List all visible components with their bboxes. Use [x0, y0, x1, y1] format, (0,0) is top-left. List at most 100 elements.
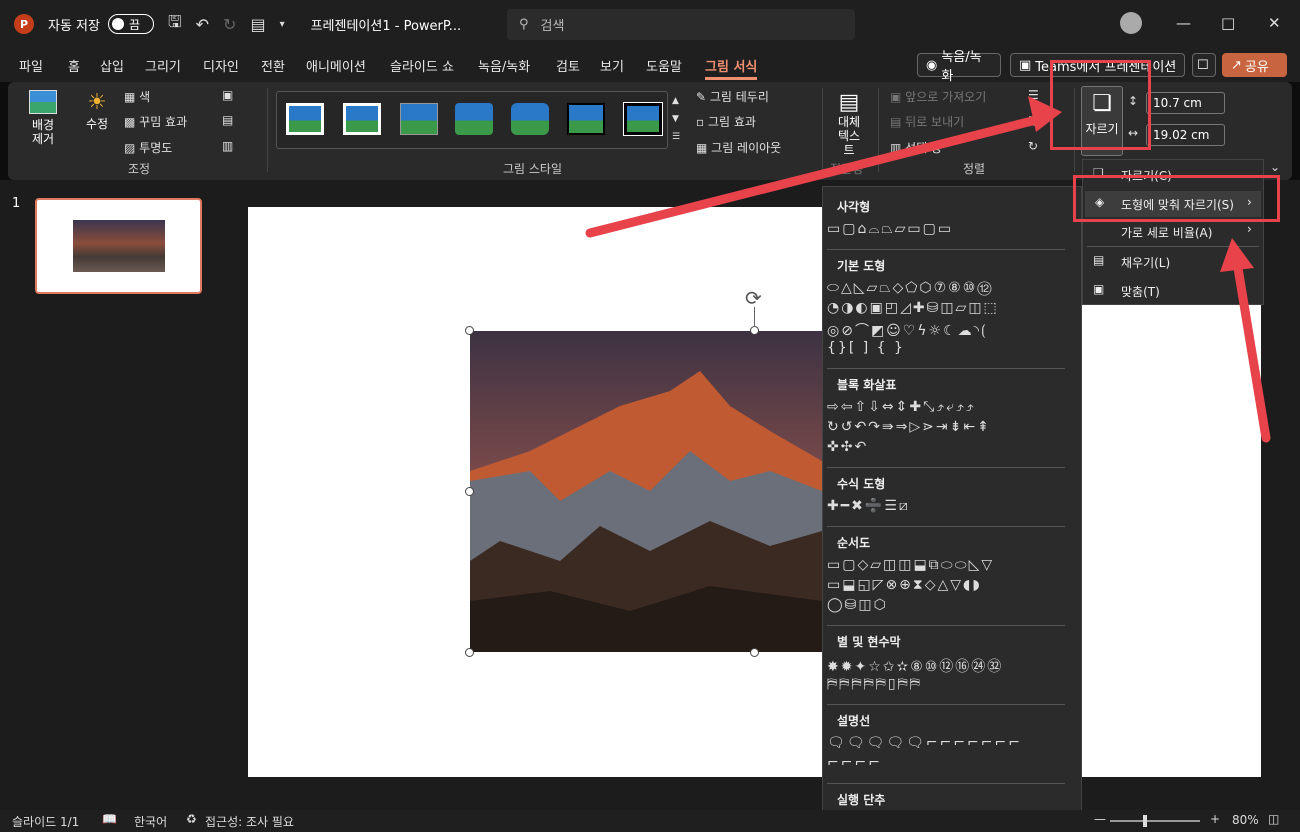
shape-row-basic-2[interactable]: ◔◑◐▣◰◿✚⛁◫▱◫⬚: [827, 300, 1067, 316]
effects-icon: ▫: [696, 115, 708, 129]
gallery-down-icon[interactable]: ▼: [672, 114, 679, 124]
fit-item[interactable]: 맞춤(T): [1121, 283, 1160, 300]
height-input[interactable]: 10.7 cm: [1146, 92, 1225, 114]
shape-row-basic-3[interactable]: ◎⊘⌒◩☺♡ϟ☼☾☁◝⟮: [827, 320, 1067, 340]
style-thumb-5[interactable]: [511, 103, 549, 135]
style-thumb-4[interactable]: [455, 103, 493, 135]
aspect-ratio-item[interactable]: 가로 세로 비율(A): [1121, 224, 1212, 241]
zoom-minus-icon[interactable]: —: [1094, 812, 1106, 826]
shape-row-basic-1[interactable]: ⬭△◺▱⏢◇⬠⬡⑦⑧⑩⑫: [827, 280, 1067, 296]
resize-handle-s[interactable]: [750, 648, 759, 657]
minimize-icon[interactable]: —: [1176, 14, 1191, 32]
comments-icon[interactable]: ☐: [1192, 53, 1216, 77]
shape-row-equations[interactable]: ✚━✖➗☰⧄: [827, 498, 1067, 514]
share-button[interactable]: ↗ 공유: [1222, 53, 1287, 77]
resize-handle-n[interactable]: [750, 326, 759, 335]
width-input[interactable]: 19.02 cm: [1146, 124, 1225, 146]
save-icon[interactable]: 🖫: [168, 11, 182, 38]
fit-to-window-icon[interactable]: ◫: [1268, 812, 1279, 826]
bring-forward-button[interactable]: ▣ 앞으로 가져오기: [890, 88, 986, 105]
color-label: 색: [139, 90, 151, 104]
shape-row-basic-4[interactable]: {}[ ] { }: [827, 340, 1067, 356]
slide-thumbnail[interactable]: [35, 198, 202, 294]
bring-forward-icon: ▣: [890, 90, 906, 104]
shape-row-flowchart-1[interactable]: ▭▢◇▱◫◫⬓⧉⬭⬭◺▽: [827, 557, 1067, 573]
tab-slideshow[interactable]: 슬라이드 쇼: [390, 56, 454, 75]
powerpoint-logo-icon: P: [14, 14, 34, 34]
shape-row-stars-1[interactable]: ✸✹✦☆✩✫⑧⑩⑫⑯㉔㉜: [827, 656, 1067, 676]
tab-insert[interactable]: 삽입: [100, 56, 124, 75]
maximize-icon[interactable]: □: [1221, 14, 1235, 32]
zoom-plus-icon[interactable]: +: [1210, 812, 1220, 826]
style-thumb-1[interactable]: [286, 103, 324, 135]
tab-picture-format[interactable]: 그림 서식: [705, 56, 758, 80]
gallery-up-icon[interactable]: ▲: [672, 96, 679, 106]
change-picture-icon[interactable]: ▤: [222, 113, 233, 127]
tab-animations[interactable]: 애니메이션: [306, 56, 366, 75]
tab-record[interactable]: 녹음/녹화: [478, 56, 530, 75]
category-block-arrows: 블록 화살표: [837, 378, 897, 392]
color-button[interactable]: ▦ 색: [124, 88, 150, 105]
zoom-level[interactable]: 80%: [1232, 813, 1259, 827]
artistic-effects-button[interactable]: ▩ 꾸밈 효과: [124, 113, 187, 130]
tab-draw[interactable]: 그리기: [145, 56, 181, 75]
resize-handle-sw[interactable]: [465, 648, 474, 657]
resize-handle-w[interactable]: [465, 487, 474, 496]
accessibility-status[interactable]: 접근성: 조사 필요: [205, 813, 294, 830]
transparency-button[interactable]: ▨ 투명도: [124, 139, 172, 156]
shape-row-callouts-1[interactable]: 🗨🗨🗨🗨🗨⌐⌐⌐⌐⌐⌐⌐: [827, 735, 1067, 751]
notes-icon[interactable]: 📖: [102, 812, 117, 826]
shape-row-rectangles[interactable]: ▭▢⌂⌓⏢▱▭▢▭: [827, 221, 1067, 237]
shape-row-arrows-1[interactable]: ⇨⇦⇧⇩⇔⇕✚⤡⤴⤶⤴⤴: [827, 399, 1067, 415]
search-box[interactable]: ⚲ 검색: [507, 9, 855, 40]
undo-icon[interactable]: ↶: [196, 15, 209, 34]
reset-picture-icon[interactable]: ▥: [222, 139, 233, 153]
compress-icon[interactable]: ▣: [222, 88, 233, 102]
redo-icon[interactable]: ↻: [223, 15, 236, 34]
shape-row-flowchart-3[interactable]: ◯⛁◫⬡: [827, 597, 1067, 613]
zoom-slider[interactable]: [1110, 815, 1200, 827]
tab-file[interactable]: 파일: [19, 56, 43, 75]
customize-qat-icon[interactable]: ▾: [280, 19, 285, 30]
record-button[interactable]: ◉ 녹음/녹화: [917, 50, 1001, 84]
tab-help[interactable]: 도움말: [646, 56, 682, 75]
tab-design[interactable]: 디자인: [203, 56, 239, 75]
category-equation-shapes: 수식 도형: [837, 477, 886, 491]
account-avatar[interactable]: [1120, 12, 1142, 34]
picture-border-button[interactable]: ✎ 그림 테두리: [696, 88, 769, 105]
corrections-button[interactable]: ☀ 수정: [82, 90, 112, 150]
style-thumb-3[interactable]: [400, 103, 438, 135]
sun-icon: ☀: [87, 90, 107, 115]
align-icon[interactable]: ☰: [1028, 88, 1039, 102]
close-icon[interactable]: ✕: [1268, 14, 1281, 32]
remove-background-button[interactable]: 배경 제거: [24, 90, 62, 150]
shape-row-arrows-3[interactable]: ✜✣↶: [827, 439, 1067, 455]
autosave-toggle[interactable]: 끔: [107, 14, 154, 34]
send-backward-button[interactable]: ▤ 뒤로 보내기: [890, 113, 964, 130]
quick-access-icon[interactable]: ▤: [250, 15, 265, 34]
gallery-more-icon[interactable]: ☰: [672, 132, 680, 142]
picture-effects-button[interactable]: ▫ 그림 효과: [696, 113, 756, 130]
style-thumb-2[interactable]: [343, 103, 381, 135]
tab-home[interactable]: 홈: [68, 56, 80, 75]
style-thumb-7[interactable]: [623, 102, 663, 136]
resize-handle-nw[interactable]: [465, 326, 474, 335]
shape-row-callouts-2[interactable]: ⌐⌐⌐⌐: [827, 755, 1067, 771]
shape-row-flowchart-2[interactable]: ▭⬓◱◸⊗⊕⧗◇△▽◖◗: [827, 577, 1067, 593]
record-label: 녹음/녹화: [941, 50, 982, 84]
tab-transitions[interactable]: 전환: [261, 56, 285, 75]
mountain-photo[interactable]: [470, 331, 822, 652]
group-icon[interactable]: ▩: [1028, 113, 1039, 127]
selection-pane-button[interactable]: ▥ 선택 창: [890, 139, 942, 156]
picture-layout-button[interactable]: ▦ 그림 레이아웃: [696, 139, 781, 156]
tab-view[interactable]: 보기: [600, 56, 624, 75]
alt-text-button[interactable]: ▤ 대체 텍스트: [828, 90, 870, 157]
tab-review[interactable]: 검토: [556, 56, 580, 75]
shape-row-stars-2[interactable]: ⛿⛿⛿⛿⛿▯⛿⛿: [827, 676, 1067, 692]
style-thumb-6[interactable]: [567, 103, 605, 135]
fill-item[interactable]: 채우기(L): [1121, 254, 1170, 271]
language-label[interactable]: 한국어: [134, 813, 167, 830]
shape-row-arrows-2[interactable]: ↻↺↶↷⇛⇒▷⋗⇥⇟⇤⇞: [827, 419, 1067, 435]
rotate-icon[interactable]: ↻: [1028, 139, 1038, 153]
ribbon-collapse-icon[interactable]: ⌄: [1270, 160, 1280, 174]
